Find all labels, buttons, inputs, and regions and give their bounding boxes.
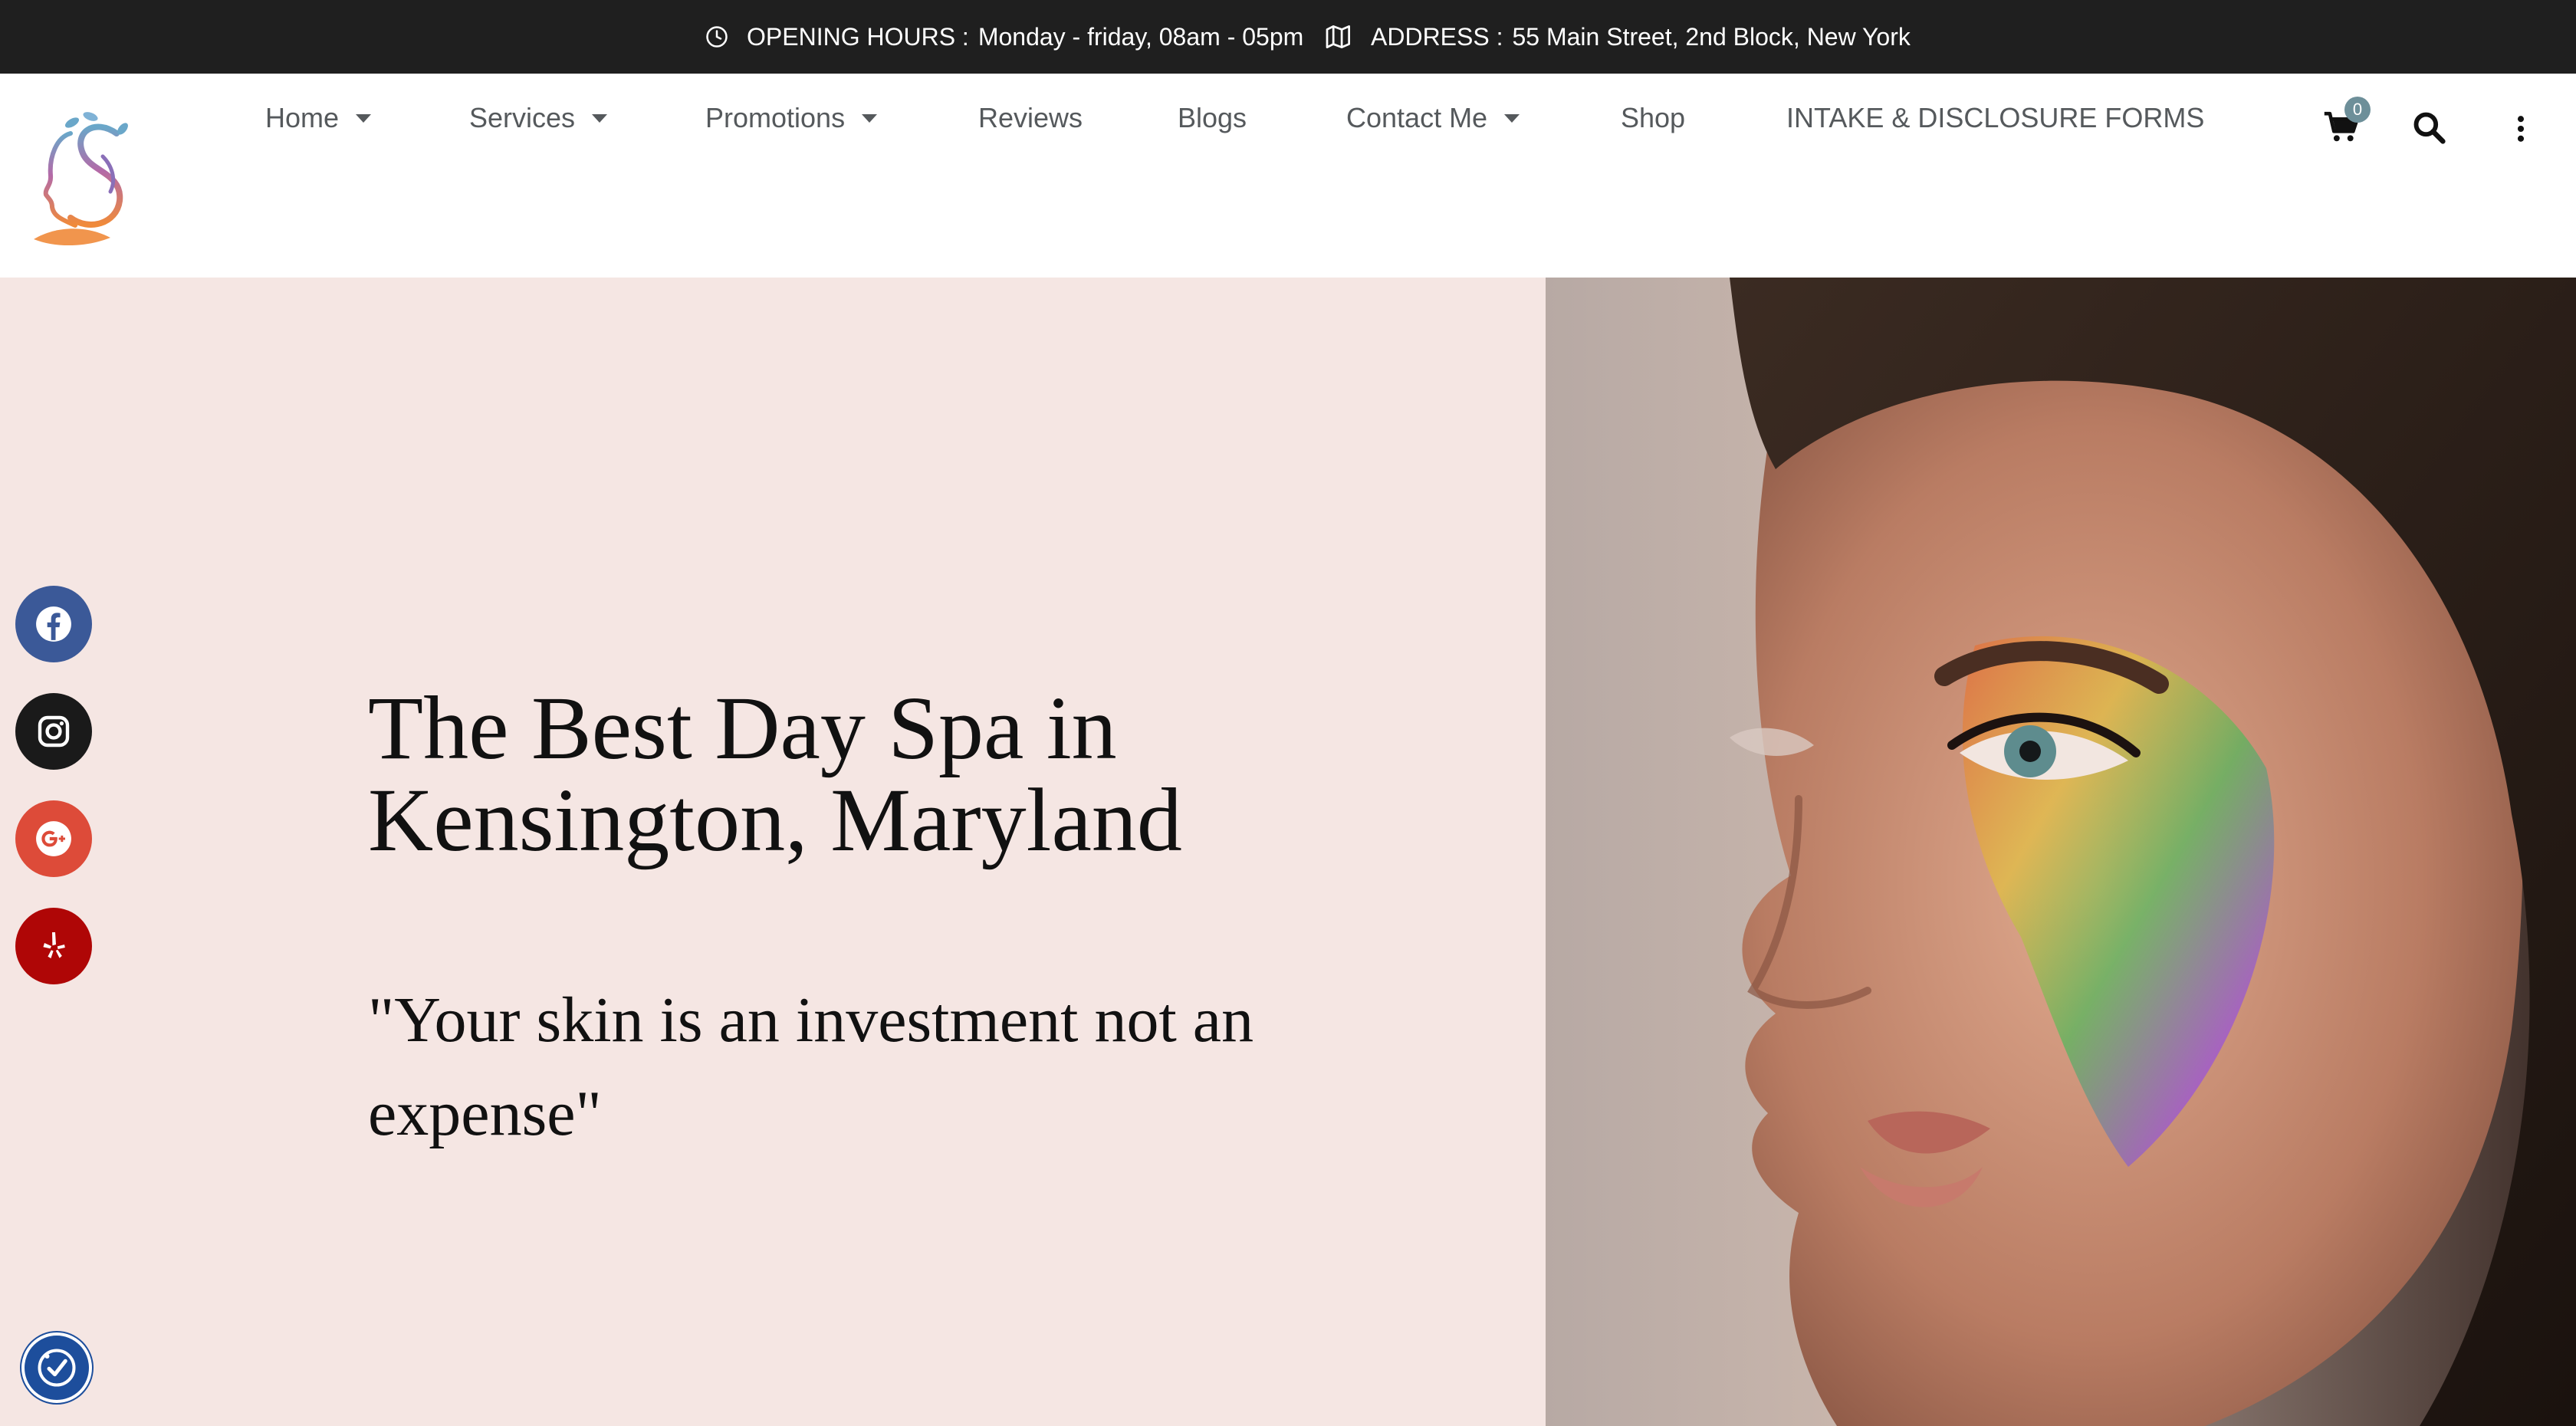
facebook-button[interactable] [15,586,92,662]
nav-promotions[interactable]: Promotions [705,74,878,163]
woman-portrait-image [1546,278,2576,1426]
nav-promotions-label: Promotions [705,102,846,133]
opening-hours: OPENING HOURS : Monday - friday, 08am - … [705,0,1303,74]
nav-blogs[interactable]: Blogs [1178,74,1247,163]
more-vertical-icon[interactable] [2512,112,2530,146]
instagram-icon [38,715,70,748]
nav-reviews-label: Reviews [978,102,1083,133]
chevron-down-icon [592,113,608,123]
opening-hours-value: Monday - friday, 08am - 05pm [978,22,1304,51]
hero-quote: "Your skin is an investment not an expen… [368,984,1254,1149]
nav-services-label: Services [469,102,576,133]
chevron-down-icon [356,113,372,123]
chevron-down-icon [862,113,878,123]
clock-icon [706,26,728,48]
map-icon [1326,25,1350,48]
address-label: ADDRESS : [1371,22,1503,51]
cart-count-badge: 0 [2344,97,2371,123]
chevron-down-icon [1504,113,1520,123]
address: ADDRESS : 55 Main Street, 2nd Block, New… [1325,0,1911,74]
nav-contact-me-label: Contact Me [1346,102,1488,133]
nav-contact-me[interactable]: Contact Me [1346,74,1520,163]
nav-home[interactable]: Home [265,74,372,163]
nav-shop[interactable]: Shop [1621,74,1685,163]
accessibility-icon [38,1349,76,1387]
hero-image [1546,278,2576,1426]
facebook-icon [36,606,71,642]
nav-intake-forms[interactable]: INTAKE & DISCLOSURE FORMS [1786,74,2204,163]
accessibility-button[interactable] [21,1332,92,1403]
instagram-button[interactable] [15,693,92,770]
google-plus-button[interactable] [15,800,92,877]
nav-shop-label: Shop [1621,102,1686,133]
top-info-bar: OPENING HOURS : Monday - friday, 08am - … [0,0,2576,74]
opening-hours-label: OPENING HOURS : [747,22,969,51]
google-plus-icon [36,821,71,856]
address-value: 55 Main Street, 2nd Block, New York [1512,22,1911,51]
nav-services[interactable]: Services [469,74,608,163]
nav-blogs-label: Blogs [1178,102,1247,133]
site-header: Home Services Promotions Reviews Blogs C… [0,74,2576,278]
main-navigation: Home Services Promotions Reviews Blogs C… [0,74,2576,163]
yelp-icon [43,932,65,958]
nav-reviews[interactable]: Reviews [978,74,1083,163]
hero-title: The Best Day Spa in Kensington, Maryland [368,678,1182,870]
nav-intake-forms-label: INTAKE & DISCLOSURE FORMS [1786,102,2205,133]
search-icon[interactable] [2412,110,2446,144]
yelp-button[interactable] [15,908,92,984]
nav-home-label: Home [265,102,340,133]
